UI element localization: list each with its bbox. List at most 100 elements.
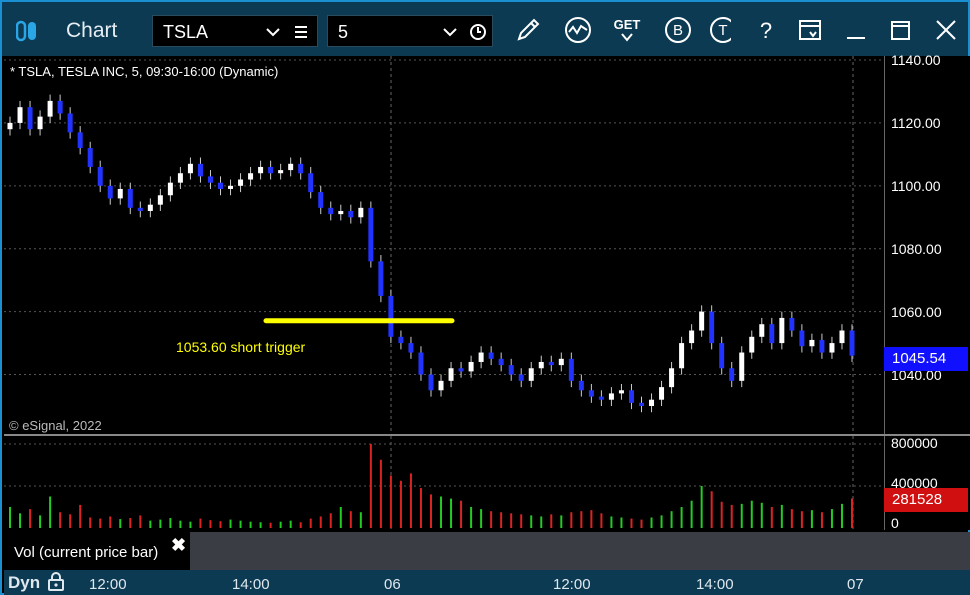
app-logo-icon	[16, 20, 36, 42]
candle	[468, 361, 474, 372]
candle	[478, 352, 484, 362]
candle	[258, 166, 264, 174]
copyright-text: © eSignal, 2022	[9, 418, 102, 433]
dynamic-mode-label[interactable]: Dyn	[8, 573, 40, 593]
price-chart-svg: 1053.60 short trigger	[4, 56, 884, 434]
candle	[719, 343, 725, 369]
candle	[187, 163, 193, 174]
time-tick: 14:00	[696, 576, 734, 593]
draw-pencil-icon[interactable]	[512, 14, 544, 46]
clock-icon[interactable]	[468, 22, 488, 42]
candle	[769, 324, 775, 344]
candle	[849, 330, 855, 356]
candle	[628, 390, 634, 403]
candle	[669, 368, 675, 388]
candle	[248, 173, 254, 180]
candle	[207, 176, 213, 183]
candle	[799, 330, 805, 347]
last-price-badge: 1045.54	[884, 347, 968, 371]
chevron-down-icon[interactable]	[263, 22, 283, 42]
price-tick: 1100.00	[891, 178, 941, 194]
candle	[598, 396, 604, 400]
t-label: T	[718, 22, 727, 39]
candle	[759, 324, 765, 337]
close-study-icon[interactable]: ✖	[171, 535, 186, 556]
candle	[608, 393, 614, 400]
candle	[137, 207, 143, 211]
volume-last-badge: 281528	[884, 488, 968, 512]
candle	[368, 207, 374, 262]
lock-icon[interactable]	[46, 572, 66, 592]
volume-tick: 800000	[891, 435, 938, 451]
candle	[27, 107, 33, 130]
minimize-icon[interactable]	[840, 14, 872, 46]
candle	[528, 368, 534, 381]
volume-chart[interactable]	[4, 436, 884, 530]
candle	[829, 343, 835, 353]
candle	[87, 148, 93, 167]
get-label: GET	[614, 17, 641, 32]
b-button[interactable]: B	[662, 14, 694, 46]
price-tick: 1140.00	[891, 52, 941, 68]
volume-study-tab[interactable]: Vol (current price bar) ✖	[4, 532, 190, 570]
candle	[17, 107, 23, 123]
candle	[458, 368, 464, 372]
candle	[418, 352, 424, 375]
time-tick: 12:00	[553, 576, 591, 593]
candle	[177, 173, 183, 183]
candle	[839, 330, 845, 344]
volume-study-label: Vol (current price bar)	[14, 544, 159, 561]
time-tick: 14:00	[232, 576, 270, 593]
candle	[649, 399, 655, 406]
candle	[689, 330, 695, 344]
volume-tick: 0	[891, 515, 899, 531]
title-bar: Chart TSLA 5 GET B T ?	[2, 2, 968, 56]
get-data-button[interactable]: GET	[611, 14, 643, 46]
window-title: Chart	[66, 19, 118, 42]
candle	[819, 339, 825, 353]
candle	[228, 185, 234, 189]
chart-window: Chart TSLA 5 GET B T ? 1053.60 short tri…	[0, 0, 970, 595]
candle	[37, 116, 43, 130]
maximize-icon[interactable]	[884, 14, 916, 46]
price-tick: 1120.00	[891, 115, 941, 131]
studies-icon[interactable]	[562, 14, 594, 46]
time-axis[interactable]: Dyn 12:00 14:00 06 12:00 14:00 07	[4, 570, 970, 595]
candle	[107, 185, 113, 199]
list-icon[interactable]	[291, 22, 311, 42]
candle	[659, 387, 665, 400]
candle	[568, 358, 574, 381]
volume-axis[interactable]: 800000 400000 0	[884, 435, 970, 531]
candle	[438, 380, 444, 391]
candle	[789, 317, 795, 331]
page-settings-icon[interactable]	[794, 14, 826, 46]
chevron-down-icon[interactable]	[440, 22, 460, 42]
candle	[388, 295, 394, 337]
candle	[558, 358, 564, 366]
candle	[197, 163, 203, 177]
candle	[218, 182, 223, 189]
candle	[348, 210, 354, 218]
chart-header: * TSLA, TESLA INC, 5, 09:30-16:00 (Dynam…	[10, 64, 279, 79]
close-icon[interactable]	[930, 14, 962, 46]
help-button[interactable]: ?	[750, 14, 782, 46]
short-trigger-label: 1053.60 short trigger	[176, 339, 306, 355]
candle	[67, 113, 73, 133]
interval-select[interactable]: 5	[327, 15, 493, 47]
candle	[57, 100, 63, 114]
time-tick: 07	[847, 576, 864, 593]
b-label: B	[673, 22, 683, 39]
candle	[739, 352, 745, 381]
candle	[398, 336, 404, 344]
candle	[308, 173, 314, 193]
price-axis[interactable]: 1140.00 1120.00 1100.00 1080.00 1060.00 …	[884, 52, 970, 434]
t-button[interactable]: T	[707, 14, 731, 46]
candle	[618, 390, 624, 394]
price-chart[interactable]: 1053.60 short trigger	[4, 56, 884, 434]
candle	[448, 368, 454, 381]
candle	[278, 170, 284, 174]
symbol-select[interactable]: TSLA	[152, 15, 318, 47]
candle	[508, 365, 514, 375]
candle	[77, 132, 83, 149]
candle	[749, 336, 755, 353]
